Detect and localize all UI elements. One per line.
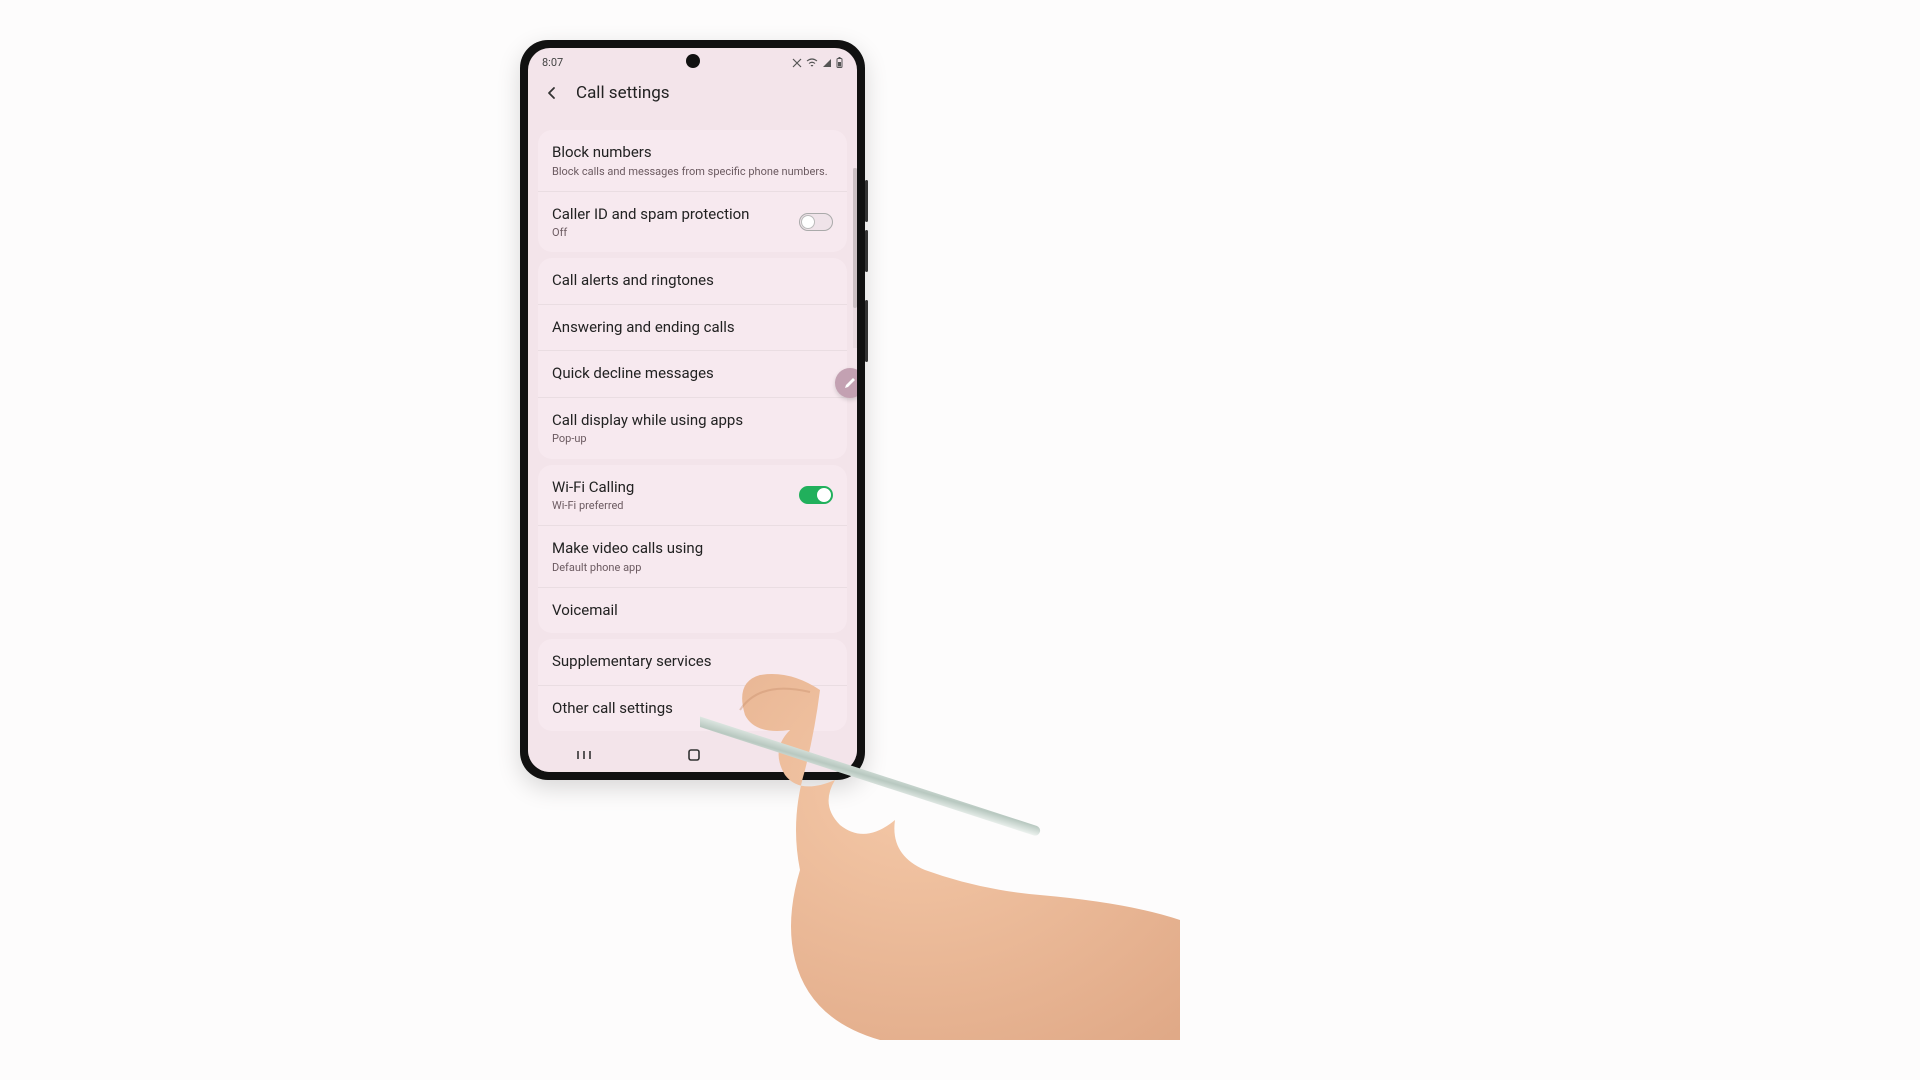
setting-title: Quick decline messages bbox=[552, 364, 833, 384]
setting-video-calls[interactable]: Make video calls using Default phone app bbox=[538, 525, 847, 587]
home-button[interactable] bbox=[687, 747, 701, 766]
setting-other-call[interactable]: Other call settings bbox=[538, 685, 847, 732]
setting-subtitle: Pop-up bbox=[552, 432, 833, 445]
settings-group: Supplementary services Other call settin… bbox=[538, 639, 847, 731]
setting-title: Make video calls using bbox=[552, 539, 833, 559]
status-time: 8:07 bbox=[542, 56, 563, 69]
appbar-title: Call settings bbox=[576, 83, 670, 103]
power-button[interactable] bbox=[865, 300, 868, 362]
back-nav-icon bbox=[796, 748, 810, 762]
phone-frame: 8:07 Call settings Block numbers bbox=[520, 40, 865, 780]
battery-icon bbox=[836, 57, 843, 68]
wifi-calling-toggle[interactable] bbox=[799, 486, 833, 504]
navigation-bar bbox=[528, 740, 857, 772]
setting-quick-decline[interactable]: Quick decline messages bbox=[538, 350, 847, 397]
settings-list[interactable]: Block numbers Block calls and messages f… bbox=[528, 124, 857, 740]
no-sim-icon bbox=[792, 58, 802, 68]
settings-group: Call alerts and ringtones Answering and … bbox=[538, 258, 847, 458]
setting-block-numbers[interactable]: Block numbers Block calls and messages f… bbox=[538, 130, 847, 191]
setting-title: Block numbers bbox=[552, 143, 833, 163]
setting-subtitle: Default phone app bbox=[552, 561, 833, 574]
setting-title: Supplementary services bbox=[552, 652, 833, 672]
recents-button[interactable] bbox=[575, 747, 593, 766]
setting-subtitle: Block calls and messages from specific p… bbox=[552, 165, 833, 178]
setting-title: Answering and ending calls bbox=[552, 318, 833, 338]
setting-supplementary[interactable]: Supplementary services bbox=[538, 639, 847, 685]
screen: 8:07 Call settings Block numbers bbox=[528, 48, 857, 772]
setting-subtitle: Wi-Fi preferred bbox=[552, 499, 789, 512]
settings-group: Block numbers Block calls and messages f… bbox=[538, 130, 847, 252]
setting-title: Call display while using apps bbox=[552, 411, 833, 431]
setting-wifi-calling[interactable]: Wi-Fi Calling Wi-Fi preferred bbox=[538, 465, 847, 526]
pencil-icon bbox=[843, 376, 857, 390]
setting-answering-ending[interactable]: Answering and ending calls bbox=[538, 304, 847, 351]
back-nav-button[interactable] bbox=[796, 747, 810, 766]
signal-icon bbox=[822, 58, 832, 68]
setting-subtitle: Off bbox=[552, 226, 789, 239]
home-icon bbox=[687, 748, 701, 762]
setting-call-display[interactable]: Call display while using apps Pop-up bbox=[538, 397, 847, 459]
setting-title: Other call settings bbox=[552, 699, 833, 719]
setting-title: Call alerts and ringtones bbox=[552, 271, 833, 291]
setting-title: Wi-Fi Calling bbox=[552, 478, 789, 498]
volume-down-button[interactable] bbox=[865, 230, 868, 272]
setting-caller-id-spam[interactable]: Caller ID and spam protection Off bbox=[538, 191, 847, 253]
settings-group: Wi-Fi Calling Wi-Fi preferred Make video… bbox=[538, 465, 847, 634]
wifi-icon bbox=[806, 58, 818, 68]
setting-title: Voicemail bbox=[552, 601, 833, 621]
setting-voicemail[interactable]: Voicemail bbox=[538, 587, 847, 634]
setting-call-alerts[interactable]: Call alerts and ringtones bbox=[538, 258, 847, 304]
caller-id-toggle[interactable] bbox=[799, 213, 833, 231]
camera-hole bbox=[686, 54, 700, 68]
recents-icon bbox=[575, 748, 593, 762]
appbar: Call settings bbox=[528, 73, 857, 117]
edit-fab[interactable] bbox=[835, 368, 857, 398]
back-button[interactable] bbox=[542, 83, 562, 103]
chevron-left-icon bbox=[545, 86, 559, 100]
volume-up-button[interactable] bbox=[865, 180, 868, 222]
setting-title: Caller ID and spam protection bbox=[552, 205, 789, 225]
status-icons bbox=[792, 57, 843, 68]
